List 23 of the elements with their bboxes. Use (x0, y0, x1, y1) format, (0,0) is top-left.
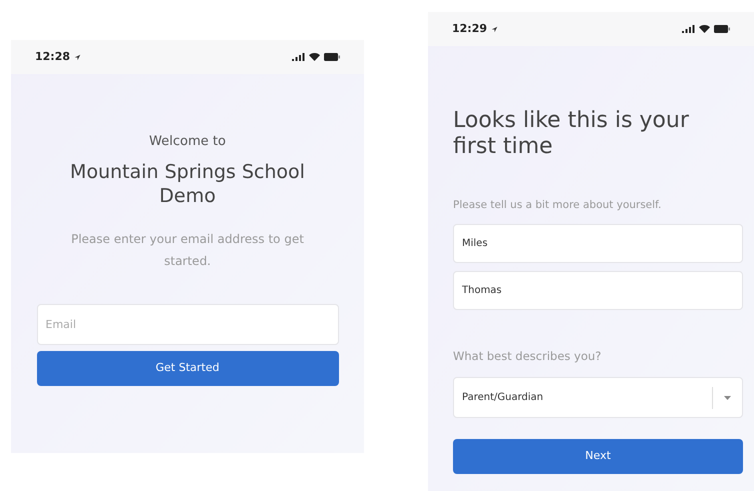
greeting-text: Welcome to (149, 133, 226, 151)
signal-icon (292, 53, 305, 61)
wifi-icon (699, 25, 710, 33)
about-prompt: Please tell us a bit more about yourself. (453, 198, 662, 213)
get-started-button[interactable]: Get Started (36, 350, 338, 386)
location-arrow-icon (74, 54, 82, 60)
status-time: 12:28 (35, 48, 70, 65)
wifi-icon (309, 53, 320, 61)
first-name-field[interactable]: Miles (453, 224, 743, 263)
location-arrow-icon (491, 26, 498, 32)
battery-icon (714, 25, 730, 33)
email-prompt: Please enter your email address to get started. (70, 230, 305, 270)
next-button[interactable]: Next (453, 439, 743, 474)
first-time-heading: Looks like this is your first time (453, 108, 690, 160)
role-label: What best describes you? (453, 348, 602, 365)
caret-icon (724, 396, 731, 400)
email-field[interactable]: Email (36, 304, 338, 344)
role-select[interactable]: Parent/Guardian (453, 377, 743, 418)
battery-icon (324, 53, 340, 61)
school-title: Mountain Springs School Demo (69, 160, 306, 208)
status-time: 12:29 (452, 20, 488, 37)
last-name-field[interactable]: Thomas (453, 270, 743, 310)
signal-icon (682, 25, 695, 33)
